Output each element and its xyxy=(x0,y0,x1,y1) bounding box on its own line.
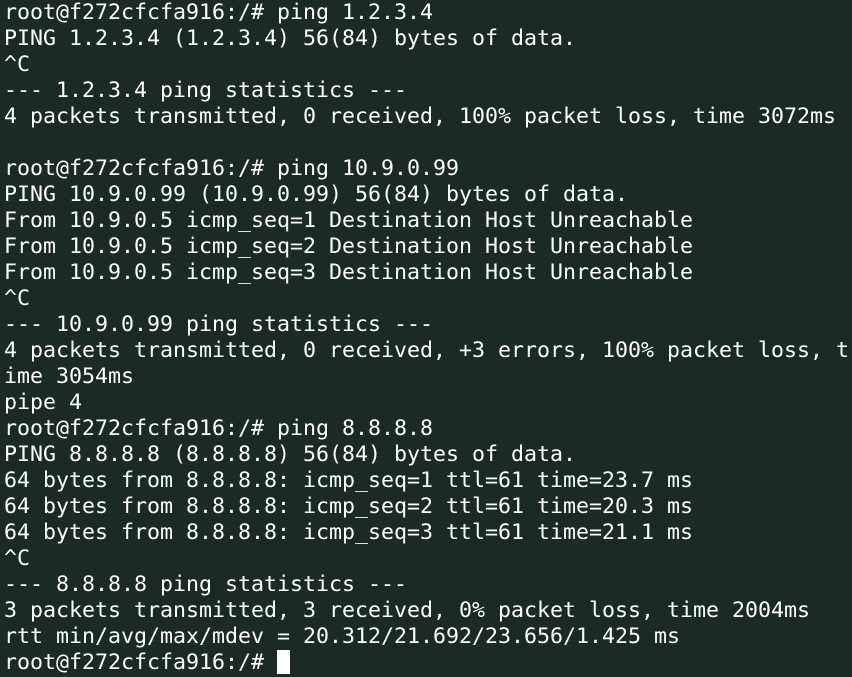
terminal-line: --- 8.8.8.8 ping statistics --- xyxy=(4,572,408,597)
terminal-line: PING 1.2.3.4 (1.2.3.4) 56(84) bytes of d… xyxy=(4,26,577,51)
terminal-line: ^C xyxy=(4,286,31,311)
terminal-line: From 10.9.0.5 icmp_seq=1 Destination Hos… xyxy=(4,208,694,233)
terminal-line: ime 3054ms xyxy=(4,364,135,389)
shell-prompt: root@f272cfcfa916:/# xyxy=(4,650,278,675)
terminal-line: 4 packets transmitted, 0 received, 100% … xyxy=(4,104,837,129)
terminal-line: ^C xyxy=(4,546,31,571)
terminal-line: root@f272cfcfa916:/# ping 10.9.0.99 xyxy=(4,156,460,181)
terminal-line: PING 8.8.8.8 (8.8.8.8) 56(84) bytes of d… xyxy=(4,442,577,467)
terminal-line: 3 packets transmitted, 3 received, 0% pa… xyxy=(4,598,811,623)
terminal-line: 4 packets transmitted, 0 received, +3 er… xyxy=(4,338,850,363)
terminal-line: --- 10.9.0.99 ping statistics --- xyxy=(4,312,434,337)
terminal-line: 64 bytes from 8.8.8.8: icmp_seq=1 ttl=61… xyxy=(4,468,694,493)
terminal-line: rtt min/avg/max/mdev = 20.312/21.692/23.… xyxy=(4,624,681,649)
text-cursor xyxy=(277,650,291,674)
terminal-line: --- 1.2.3.4 ping statistics --- xyxy=(4,78,408,103)
terminal-line: root@f272cfcfa916:/# ping 8.8.8.8 xyxy=(4,416,434,441)
terminal-line: From 10.9.0.5 icmp_seq=2 Destination Hos… xyxy=(4,234,694,259)
prompt-line[interactable]: root@f272cfcfa916:/# xyxy=(4,650,852,676)
terminal-line: PING 10.9.0.99 (10.9.0.99) 56(84) bytes … xyxy=(4,182,629,207)
terminal-line: pipe 4 xyxy=(4,390,83,415)
terminal-line: 64 bytes from 8.8.8.8: icmp_seq=3 ttl=61… xyxy=(4,520,694,545)
terminal-window[interactable]: root@f272cfcfa916:/# ping 1.2.3.4 PING 1.… xyxy=(0,0,852,677)
terminal-line: 64 bytes from 8.8.8.8: icmp_seq=2 ttl=61… xyxy=(4,494,694,519)
terminal-line: ^C xyxy=(4,52,31,77)
terminal-line: From 10.9.0.5 icmp_seq=3 Destination Hos… xyxy=(4,260,694,285)
terminal-output: root@f272cfcfa916:/# ping 1.2.3.4 PING 1.… xyxy=(4,0,852,650)
terminal-line: root@f272cfcfa916:/# ping 1.2.3.4 xyxy=(4,0,434,25)
